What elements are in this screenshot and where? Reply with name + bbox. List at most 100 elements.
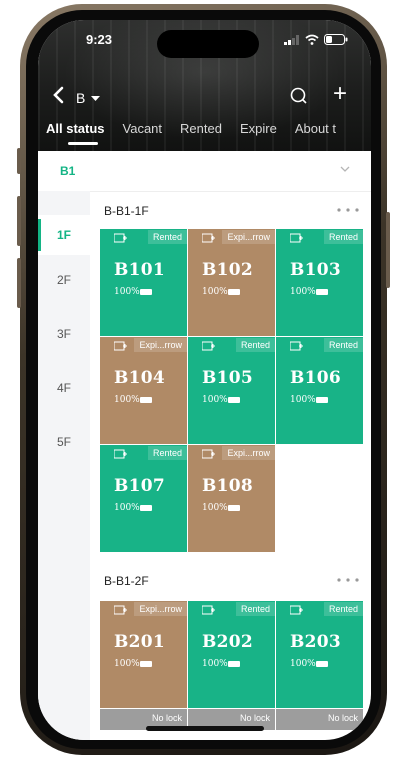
lock-icon: [202, 449, 215, 459]
tab-expire[interactable]: Expire: [240, 121, 277, 136]
room-number: B103: [290, 260, 342, 280]
room-tile-b101[interactable]: Rented B101 100%: [100, 229, 187, 336]
status-badge: Rented: [323, 338, 363, 352]
tab-about[interactable]: About t: [295, 121, 336, 136]
lock-icon: [114, 449, 127, 459]
more-icon[interactable]: [337, 208, 359, 212]
room-tile-b102[interactable]: Expi...rrow B102 100%: [188, 229, 275, 336]
battery-percent: 100%: [290, 395, 316, 405]
room-number: B202: [202, 632, 254, 652]
side-button-power: [386, 212, 390, 288]
wifi-icon: [305, 34, 319, 45]
dynamic-island: [157, 30, 259, 58]
battery-icon: [140, 505, 152, 511]
tab-vacant[interactable]: Vacant: [123, 121, 163, 136]
section-title-1f: B-B1-1F: [104, 204, 149, 218]
battery-percent: 100%: [202, 395, 228, 405]
side-button-volume-up: [17, 196, 21, 246]
battery-percent: 100%: [202, 503, 228, 513]
room-tile-b103[interactable]: Rented B103 100%: [276, 229, 363, 336]
section-title-2f: B-B1-2F: [104, 574, 149, 588]
lock-icon: [290, 605, 303, 615]
block-selector[interactable]: B1: [38, 151, 371, 192]
battery-percent: 100%: [202, 659, 228, 669]
search-button[interactable]: [290, 87, 308, 110]
status-badge: Rented: [147, 230, 187, 244]
battery-percent: 100%: [114, 503, 140, 513]
room-tile-b104[interactable]: Expi...rrow B104 100%: [100, 337, 187, 444]
side-button-mute: [17, 148, 21, 174]
lock-icon: [202, 341, 215, 351]
status-badge: Rented: [323, 602, 363, 616]
block-label: B1: [60, 164, 76, 178]
battery-icon: [228, 397, 240, 403]
tab-all-status[interactable]: All status: [46, 121, 105, 145]
status-badge: Rented: [147, 446, 187, 460]
search-icon: [290, 87, 307, 104]
lock-icon: [202, 605, 215, 615]
floor-3f[interactable]: 3F: [38, 327, 90, 341]
status-badge: Rented: [235, 602, 275, 616]
app-screen: 9:23 B + All status Vacant Rented Expire: [38, 20, 371, 740]
lock-icon: [114, 233, 127, 243]
room-tile-no-lock[interactable]: No lock: [276, 709, 363, 730]
room-tile-b107[interactable]: Rented B107 100%: [100, 445, 187, 552]
more-icon[interactable]: [337, 578, 359, 582]
floor-4f[interactable]: 4F: [38, 381, 90, 395]
status-badge: Expi...rrow: [222, 230, 275, 244]
battery-icon: [316, 397, 328, 403]
building-name: B: [76, 90, 86, 106]
battery-percent: 100%: [114, 395, 140, 405]
lock-icon: [114, 605, 127, 615]
building-selector[interactable]: B: [76, 90, 101, 106]
add-button[interactable]: +: [333, 82, 347, 106]
status-badge: No lock: [239, 713, 270, 723]
battery-icon: [228, 505, 240, 511]
status-badge: Rented: [235, 338, 275, 352]
room-tile-b201[interactable]: Expi...rrow B201 100%: [100, 601, 187, 708]
status-badge: Expi...rrow: [134, 338, 187, 352]
floor-5f[interactable]: 5F: [38, 435, 90, 449]
room-tile-b202[interactable]: Rented B202 100%: [188, 601, 275, 708]
room-number: B108: [202, 476, 254, 496]
battery-icon: [316, 289, 328, 295]
tab-rented[interactable]: Rented: [180, 121, 222, 136]
room-number: B201: [114, 632, 166, 652]
chevron-down-icon: [340, 166, 350, 172]
room-number: B106: [290, 368, 342, 388]
room-tile-b203[interactable]: Rented B203 100%: [276, 601, 363, 708]
status-badge: No lock: [327, 713, 358, 723]
caret-down-icon: [91, 96, 101, 102]
room-tile-b105[interactable]: Rented B105 100%: [188, 337, 275, 444]
room-number: B203: [290, 632, 342, 652]
back-button[interactable]: [52, 86, 64, 108]
battery-icon: [228, 661, 240, 667]
battery-icon: [140, 397, 152, 403]
status-badge: No lock: [151, 713, 182, 723]
battery-percent: 100%: [290, 287, 316, 297]
battery-icon: [140, 289, 152, 295]
battery-icon: [140, 661, 152, 667]
room-number: B101: [114, 260, 166, 280]
floor-2f[interactable]: 2F: [38, 273, 90, 287]
lock-icon: [290, 341, 303, 351]
floor-sidebar: 1F 2F 3F 4F 5F: [38, 191, 90, 740]
battery-icon: [228, 289, 240, 295]
battery-icon: [324, 34, 348, 45]
side-button-volume-down: [17, 258, 21, 308]
status-tabs: All status Vacant Rented Expire About t: [46, 121, 354, 145]
room-number: B104: [114, 368, 166, 388]
room-tile-b106[interactable]: Rented B106 100%: [276, 337, 363, 444]
battery-percent: 100%: [290, 659, 316, 669]
battery-percent: 100%: [114, 659, 140, 669]
home-indicator[interactable]: [146, 726, 264, 731]
status-badge: Expi...rrow: [134, 602, 187, 616]
lock-icon: [114, 341, 127, 351]
status-icons: [284, 34, 348, 45]
room-number: B107: [114, 476, 166, 496]
signal-icon: [284, 34, 299, 45]
lock-icon: [290, 233, 303, 243]
room-tile-b108[interactable]: Expi...rrow B108 100%: [188, 445, 275, 552]
floor-1f[interactable]: 1F: [38, 215, 90, 255]
battery-percent: 100%: [114, 287, 140, 297]
